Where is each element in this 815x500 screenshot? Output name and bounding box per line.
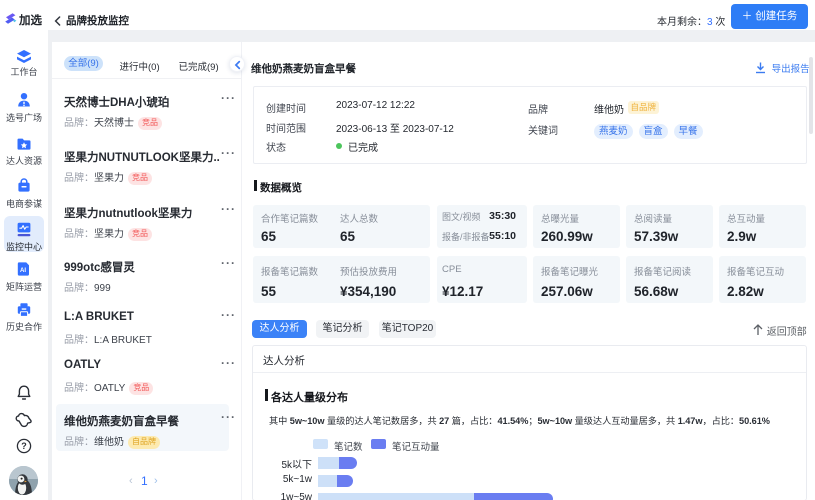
svg-text:?: ? <box>21 441 27 451</box>
svg-text:AI: AI <box>20 268 26 274</box>
